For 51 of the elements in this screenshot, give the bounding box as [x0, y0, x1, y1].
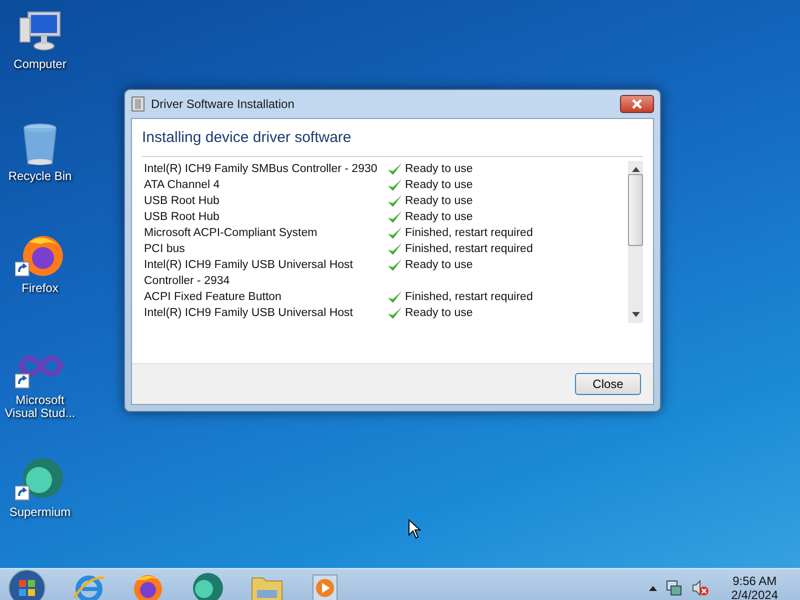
caret-up-icon[interactable] — [649, 585, 658, 591]
device-name: USB Root Hub — [144, 210, 220, 225]
close-button[interactable]: Close — [575, 373, 641, 395]
checkmark-icon — [387, 193, 403, 209]
checkmark-icon — [387, 241, 403, 257]
device-name: ACPI Fixed Feature Button — [144, 290, 282, 305]
device-name: Intel(R) ICH9 Family USB Universal Host Controller - 2934 — [144, 258, 354, 289]
start-orb-icon[interactable] — [8, 569, 46, 600]
icon-label[interactable]: Supermium — [2, 506, 78, 519]
device-name: Microsoft ACPI-Compliant System — [144, 226, 318, 241]
device-name: Intel(R) ICH9 Family USB Universal Host — [144, 306, 354, 321]
checkmark-icon — [387, 209, 403, 225]
icon-label[interactable]: Computer — [2, 58, 78, 71]
icon-label[interactable]: Microsoft Visual Stud... — [2, 394, 78, 420]
scrollbar-thumb[interactable] — [628, 174, 643, 246]
device-status: Finished, restart required — [405, 242, 533, 257]
device-name: ATA Channel 4 — [144, 178, 221, 193]
icon-label[interactable]: Recycle Bin — [2, 170, 78, 183]
checkmark-icon — [387, 225, 403, 241]
scrollbar[interactable] — [628, 161, 643, 323]
clock-time[interactable]: 9:56 AM — [732, 574, 777, 588]
checkmark-icon — [387, 161, 403, 177]
clock-date[interactable]: 2/4/2024 — [731, 588, 778, 600]
checkmark-icon — [387, 305, 403, 321]
icon-label[interactable]: Firefox — [2, 282, 78, 295]
play-icon[interactable] — [310, 572, 340, 600]
device-status: Ready to use — [405, 162, 473, 177]
checkmark-icon — [387, 257, 403, 273]
device-status: Finished, restart required — [405, 226, 533, 241]
muted-speaker-icon[interactable] — [691, 579, 710, 597]
dialog-heading: Installing device driver software — [142, 129, 352, 146]
x-icon — [631, 99, 643, 109]
device-status: Ready to use — [405, 258, 473, 273]
window-title: Driver Software Installation — [151, 97, 296, 111]
device-status: Ready to use — [405, 306, 473, 321]
device-status: Ready to use — [405, 178, 473, 193]
device-name: USB Root Hub — [144, 194, 220, 209]
up-arrow-icon[interactable] — [632, 166, 640, 172]
down-arrow-icon[interactable] — [632, 312, 640, 318]
device-status: Ready to use — [405, 194, 473, 209]
checkmark-icon — [387, 289, 403, 305]
device-name: PCI bus — [144, 242, 186, 257]
cursor-icon — [408, 519, 421, 539]
device-name: Intel(R) ICH9 Family SMBus Controller - 2930 — [144, 162, 378, 177]
device-status: Ready to use — [405, 210, 473, 225]
installer-icon — [131, 96, 145, 112]
device-status: Finished, restart required — [405, 290, 533, 305]
close-button[interactable] — [620, 95, 654, 113]
fox-globe-icon[interactable] — [132, 572, 164, 600]
network-icon[interactable] — [665, 579, 684, 597]
checkmark-icon — [387, 177, 403, 193]
